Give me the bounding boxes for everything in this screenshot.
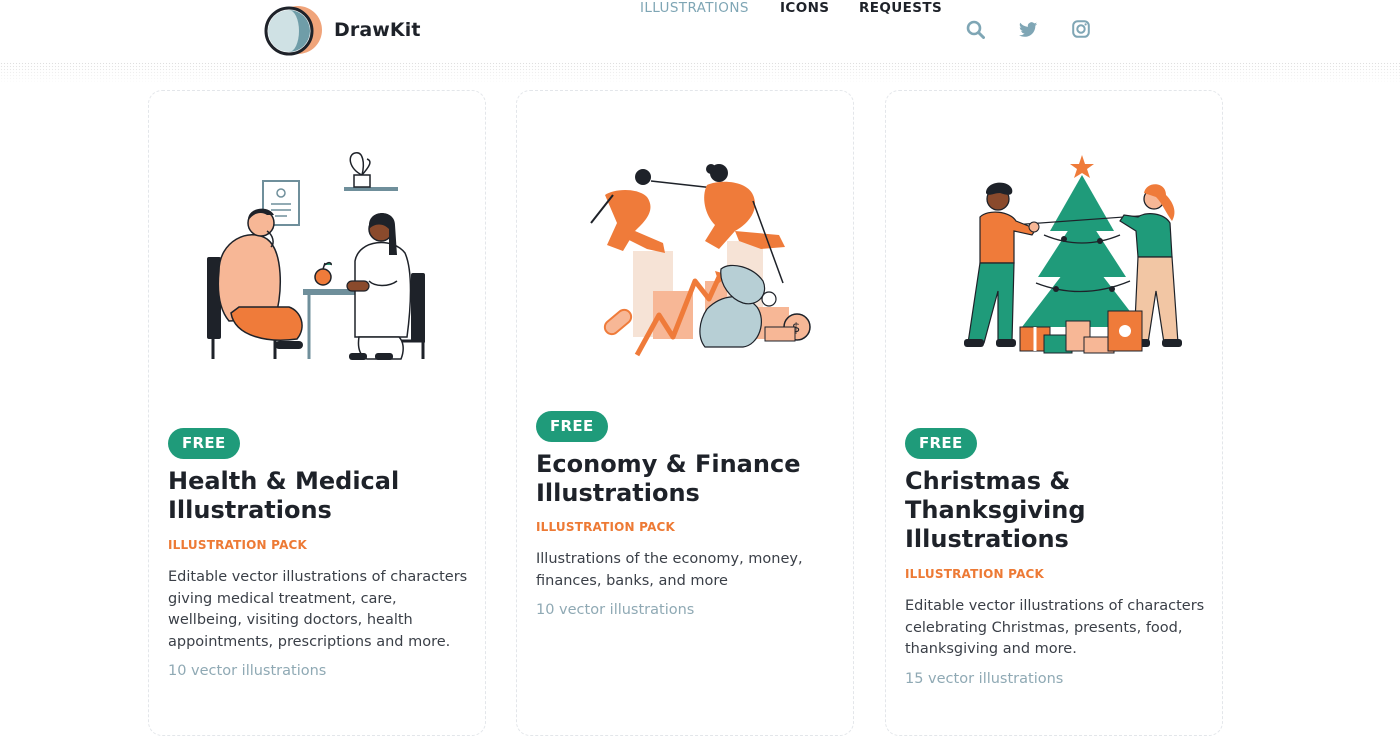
card-title[interactable]: Economy & Finance Illustrations [536,450,836,508]
search-icon[interactable] [966,20,985,43]
pack-card-health[interactable]: FREE Health & Medical Illustrations ILLU… [148,90,486,736]
pack-type-label: ILLUSTRATION PACK [536,520,676,534]
card-title-line: Illustrations [168,496,332,524]
pack-card-economy[interactable]: $ FREE Economy & Finance Illustrations I… [516,90,854,736]
economy-finance-illustration: $ [590,164,811,357]
site-header: DrawKit ILLUSTRATIONS ICONS REQUESTS [0,0,1400,62]
brand-logo[interactable]: DrawKit [262,3,421,57]
card-title-line: Illustrations [905,525,1069,553]
twitter-icon[interactable] [1019,22,1038,42]
card-title-line: Economy & Finance [536,450,801,478]
illustration-count: 15 vector illustrations [905,671,1064,687]
card-title-line: Thanksgiving [905,496,1086,524]
free-badge: FREE [536,411,608,442]
card-title[interactable]: Christmas & Thanksgiving Illustrations [905,467,1205,554]
pack-type-label: ILLUSTRATION PACK [168,538,308,552]
card-description: Editable vector illustrations of charact… [905,598,1205,657]
card-title[interactable]: Health & Medical Illustrations [168,467,468,525]
header-divider [0,62,1400,84]
nav-icons[interactable]: ICONS [780,0,829,16]
free-badge: FREE [905,428,977,459]
instagram-icon[interactable] [1072,20,1090,42]
card-description: Illustrations of the economy, money, fin… [536,551,803,589]
illustration-count: 10 vector illustrations [536,602,695,618]
nav-requests[interactable]: REQUESTS [859,0,942,16]
pack-card-christmas[interactable]: FREE Christmas & Thanksgiving Illustrati… [885,90,1223,736]
health-medical-illustration [207,152,425,360]
brand-name: DrawKit [334,19,421,41]
free-badge: FREE [168,428,240,459]
illustration-count: 10 vector illustrations [168,663,327,679]
drawkit-logo-icon [264,6,322,56]
card-title-line: Illustrations [536,479,700,507]
card-description: Editable vector illustrations of charact… [168,569,468,650]
christmas-thanksgiving-illustration [964,155,1182,354]
card-title-line: Health & Medical [168,467,400,495]
card-title-line: Christmas & [905,467,1071,495]
pack-type-label: ILLUSTRATION PACK [905,567,1045,581]
nav-illustrations[interactable]: ILLUSTRATIONS [640,0,749,16]
